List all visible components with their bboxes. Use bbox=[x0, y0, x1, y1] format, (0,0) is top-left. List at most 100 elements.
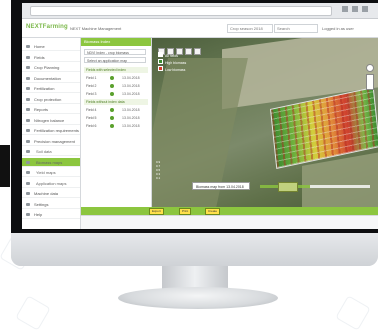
map-date-select[interactable]: Biomass map from 13.04.2018 bbox=[192, 182, 250, 190]
status-dot-icon bbox=[110, 84, 114, 88]
field-date: 13.04.2018 bbox=[122, 92, 140, 96]
create-button[interactable]: Create bbox=[205, 208, 221, 215]
sidebar-item[interactable]: Application maps bbox=[22, 179, 80, 188]
map-legend: All fields High biomass Low biomass bbox=[158, 52, 200, 73]
menu-icon bbox=[26, 202, 30, 206]
menu-icon bbox=[26, 181, 30, 185]
field-row[interactable]: Field 3 13.04.2018 bbox=[84, 91, 148, 97]
season-select[interactable]: Crop season 2018 bbox=[227, 24, 273, 33]
satellite-map[interactable]: All fields High biomass Low biomass 0.9 0.7… bbox=[152, 38, 378, 207]
sidebar-item[interactable]: Machine data bbox=[22, 189, 80, 198]
address-bar[interactable] bbox=[30, 6, 332, 16]
action-footer: Export Print Create bbox=[81, 207, 378, 215]
sidebar-item[interactable]: Nitrogen balance bbox=[22, 116, 80, 125]
sidebar-item-label: Crop Planning bbox=[34, 65, 60, 70]
sidebar-item[interactable]: Home bbox=[22, 42, 80, 51]
sidebar-item-label: Machine data bbox=[34, 191, 59, 196]
menu-icon bbox=[26, 108, 30, 111]
sidebar-item[interactable]: Reports bbox=[22, 105, 80, 114]
compass-icon[interactable] bbox=[366, 64, 374, 72]
maximize-icon[interactable] bbox=[352, 6, 358, 12]
sidebar-item-label: Settings bbox=[34, 201, 49, 207]
legend-entry[interactable]: High biomass bbox=[158, 59, 200, 66]
search-input[interactable]: Search bbox=[274, 24, 318, 33]
timeline-slider[interactable] bbox=[260, 182, 370, 192]
export-button[interactable]: Export bbox=[149, 208, 164, 215]
user-menu[interactable]: Logged in as user bbox=[322, 26, 354, 31]
sidebar-item[interactable]: Precision management bbox=[22, 137, 80, 146]
sidebar-item-label: Biomass maps bbox=[36, 159, 63, 165]
field-date: 13.04.2018 bbox=[122, 76, 140, 80]
sidebar-item[interactable]: Soil data bbox=[22, 147, 80, 156]
sidebar-item-label: Fields bbox=[34, 54, 45, 60]
field-name: Field 3 bbox=[86, 92, 97, 96]
section-header: Fields without index data bbox=[84, 99, 148, 105]
edge-decoration bbox=[0, 145, 10, 187]
sidebar-item[interactable]: Biomass maps bbox=[22, 157, 80, 167]
monitor-stand-base bbox=[118, 287, 278, 309]
legend-label: High biomass bbox=[165, 61, 187, 65]
field-date: 13.04.2018 bbox=[122, 124, 140, 128]
panel-title: Biomass Index bbox=[81, 38, 151, 46]
legend-label: Low biomass bbox=[165, 68, 186, 72]
status-dot-icon bbox=[110, 92, 114, 96]
sidebar-item[interactable]: Yield maps bbox=[22, 168, 80, 177]
menu-icon bbox=[26, 55, 30, 59]
status-bar bbox=[81, 215, 378, 229]
close-icon[interactable] bbox=[362, 6, 368, 12]
app-logo[interactable]: NEXTFarming bbox=[26, 24, 68, 30]
application-map-select[interactable]: Select an application map bbox=[84, 57, 146, 63]
browser-toolbar bbox=[22, 3, 378, 19]
sidebar-item-label: Precision management bbox=[34, 138, 75, 144]
sidebar-item-label: Application maps bbox=[36, 180, 67, 186]
legend-swatch bbox=[158, 59, 163, 64]
sidebar-item[interactable]: Fields bbox=[22, 53, 80, 62]
index-select[interactable]: NDVI Index - crop biomass bbox=[84, 49, 146, 55]
legend-entry[interactable]: Low biomass bbox=[158, 66, 200, 73]
zoom-control[interactable] bbox=[366, 74, 374, 90]
menu-icon bbox=[26, 150, 30, 153]
status-dot-icon bbox=[110, 116, 114, 120]
field-row[interactable]: Field 5 13.04.2018 bbox=[84, 115, 148, 121]
field-row[interactable]: Field 2 13.04.2018 bbox=[84, 83, 148, 89]
app-header: NEXTFarming NEXT Machine Management Crop… bbox=[22, 19, 378, 38]
sidebar-item-label: Yield maps bbox=[36, 170, 56, 175]
sidebar-item[interactable]: Settings bbox=[22, 200, 80, 209]
sidebar-item[interactable]: Help bbox=[22, 210, 80, 219]
field-date: 13.04.2018 bbox=[122, 84, 140, 88]
field-row[interactable]: Field 4 13.04.2018 bbox=[84, 107, 148, 113]
sidebar-item[interactable]: Fertilization requirements bbox=[22, 126, 80, 135]
field-name: Field 1 bbox=[86, 76, 97, 80]
background-hex bbox=[15, 295, 51, 331]
sidebar-item[interactable]: Fertilization bbox=[22, 84, 80, 93]
field-row[interactable]: Field 1 13.04.2018 bbox=[84, 75, 148, 81]
menu-icon bbox=[26, 129, 30, 132]
sidebar: Home Fields Crop Planning Documentation Fert… bbox=[22, 38, 81, 229]
sidebar-item-label: Fertilization bbox=[34, 86, 55, 91]
sidebar-item[interactable]: Crop Planning bbox=[22, 63, 80, 72]
legend-swatch bbox=[158, 52, 163, 57]
menu-icon bbox=[26, 87, 30, 90]
monitor-chin bbox=[11, 233, 378, 266]
section-header: Fields with selected index bbox=[84, 67, 148, 73]
minimize-icon[interactable] bbox=[342, 6, 348, 12]
status-dot-icon bbox=[110, 124, 114, 128]
value-scale: 0.9 0.7 0.5 0.3 0.1 bbox=[156, 160, 178, 180]
print-button[interactable]: Print bbox=[179, 208, 192, 215]
background-hex bbox=[335, 295, 371, 331]
field-name: Field 6 bbox=[86, 124, 97, 128]
menu-icon bbox=[26, 213, 30, 216]
menu-icon bbox=[26, 160, 30, 164]
timeline-handle[interactable] bbox=[278, 182, 298, 192]
sidebar-item-label: Nitrogen balance bbox=[34, 117, 65, 123]
field-name: Field 5 bbox=[86, 116, 97, 120]
menu-icon bbox=[26, 192, 30, 195]
sidebar-item[interactable]: Crop protection bbox=[22, 95, 80, 104]
field-name: Field 2 bbox=[86, 84, 97, 88]
legend-label: All fields bbox=[165, 54, 179, 58]
legend-entry[interactable]: All fields bbox=[158, 52, 200, 59]
menu-icon bbox=[26, 66, 30, 69]
sidebar-item[interactable]: Documentation bbox=[22, 74, 80, 83]
sidebar-item-label: Home bbox=[34, 44, 45, 49]
field-row[interactable]: Field 6 13.04.2018 bbox=[84, 123, 148, 129]
